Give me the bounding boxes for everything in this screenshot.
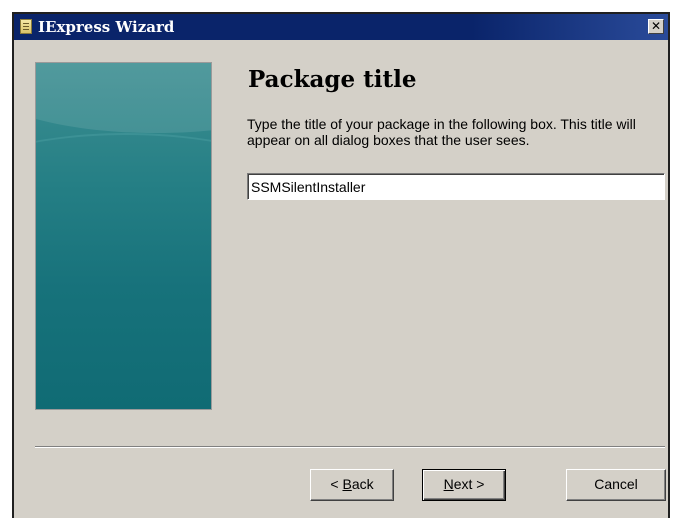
package-title-input[interactable] — [247, 173, 665, 200]
package-app-icon — [20, 19, 32, 34]
back-button[interactable]: < Back — [310, 469, 394, 501]
title-bar[interactable]: IExpress Wizard ✕ — [14, 14, 668, 40]
next-button-mnemonic: N — [443, 476, 454, 492]
cancel-button[interactable]: Cancel — [566, 469, 666, 501]
button-separator — [35, 446, 665, 448]
back-button-rest: ack — [351, 476, 374, 492]
back-button-prefix: < — [330, 476, 343, 492]
page-title: Package title — [248, 66, 417, 93]
wizard-side-graphic — [35, 62, 212, 410]
close-icon[interactable]: ✕ — [648, 19, 664, 34]
window-title: IExpress Wizard — [38, 18, 175, 36]
next-button[interactable]: Next > — [422, 469, 506, 501]
page-description: Type the title of your package in the fo… — [247, 116, 636, 148]
next-button-rest: ext > — [453, 476, 485, 492]
iexpress-wizard-window: IExpress Wizard ✕ Package title Type the… — [12, 12, 670, 518]
back-button-mnemonic: B — [342, 476, 352, 492]
